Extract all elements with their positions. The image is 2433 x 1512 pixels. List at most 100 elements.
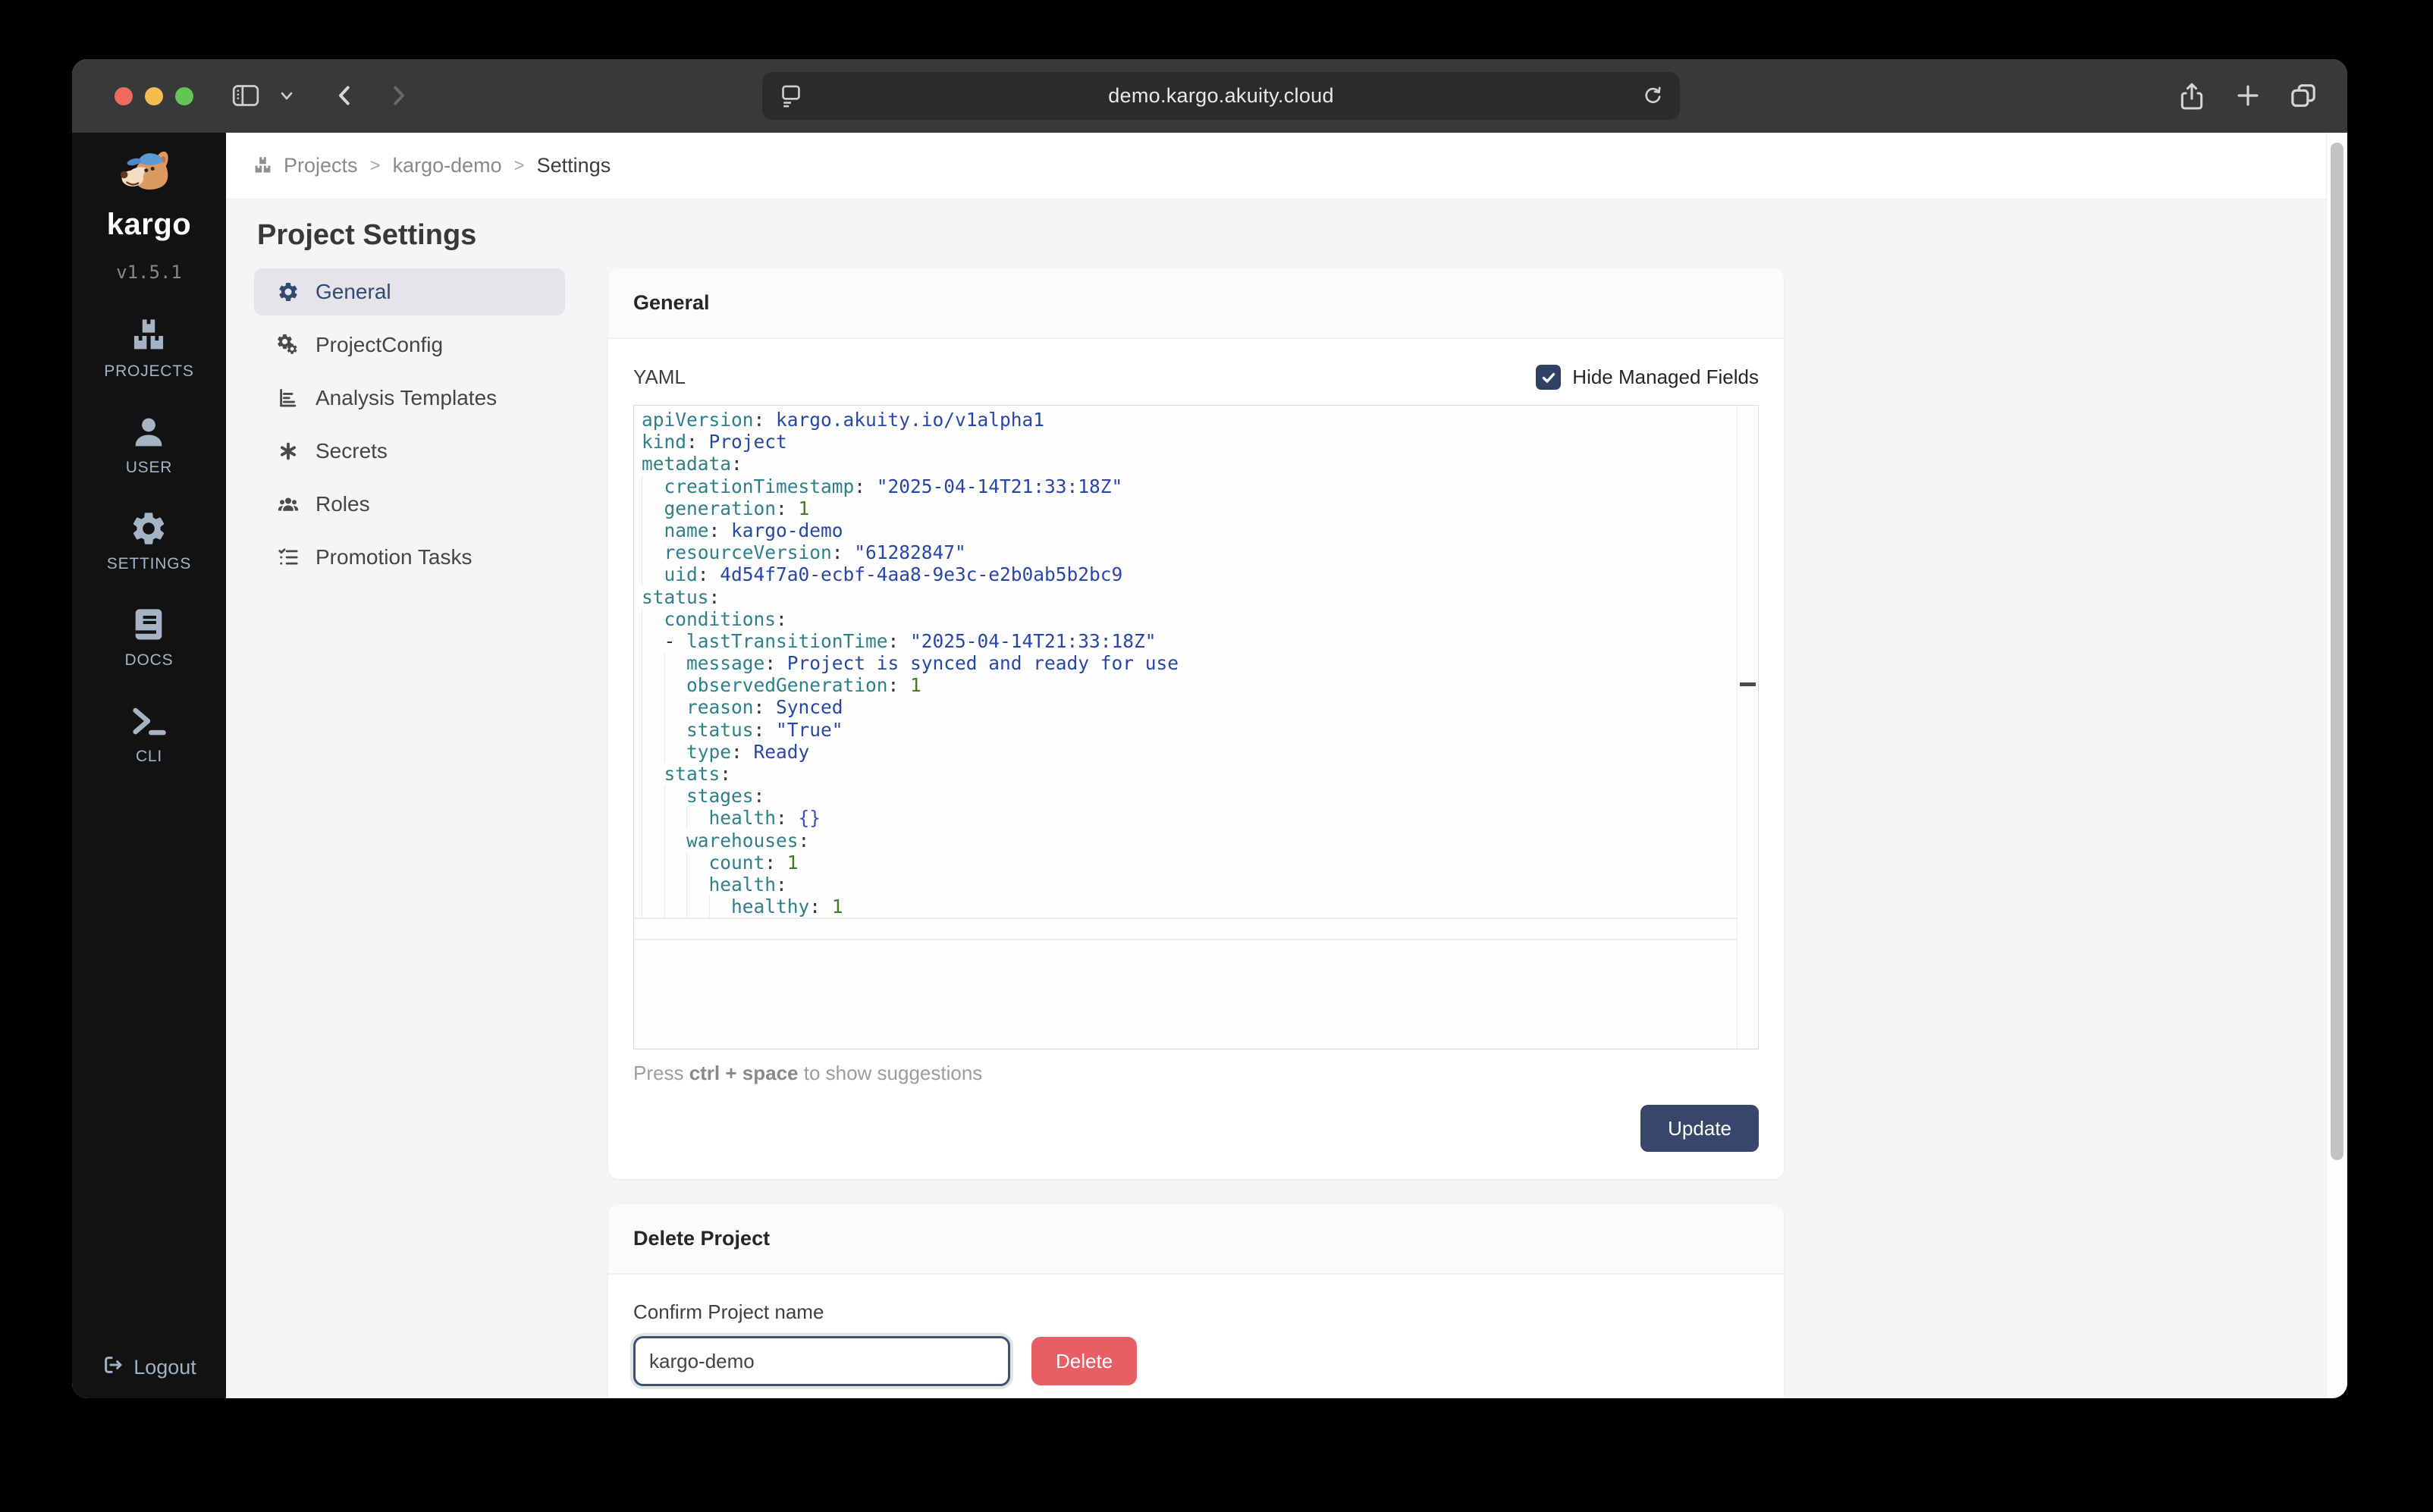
settings-nav-item-general[interactable]: General <box>254 268 565 315</box>
delete-project-card: Delete Project Confirm Project name Dele… <box>608 1204 1784 1398</box>
yaml-line: stats: <box>642 763 1737 786</box>
yaml-line: message: Project is synced and ready for… <box>642 652 1737 675</box>
breadcrumb-separator: > <box>513 155 525 176</box>
yaml-line: name: kargo-demo <box>642 519 1737 542</box>
sidebar-toggle-icon[interactable] <box>230 80 262 111</box>
sidebar-item-docs[interactable]: DOCS <box>125 605 174 670</box>
person-icon <box>129 413 168 452</box>
breadcrumb-item-settings: Settings <box>536 154 611 177</box>
sidebar-item-user[interactable]: USER <box>126 413 173 477</box>
gear-icon <box>277 281 301 303</box>
minimize-window-button[interactable] <box>145 87 163 105</box>
yaml-line: stages: <box>642 785 1737 808</box>
sidebar-nav: PROJECTS USER SETTINGS DOCS CLI <box>104 316 193 798</box>
cli-icon <box>129 701 168 741</box>
book-icon <box>129 605 168 645</box>
yaml-line: conditions: <box>642 607 1737 630</box>
forward-button[interactable] <box>385 80 412 111</box>
settings-nav-item-roles[interactable]: Roles <box>254 481 565 528</box>
scrollbar-thumb[interactable] <box>2331 143 2344 1160</box>
yaml-line: - lastTransitionTime: "2025-04-14T21:33:… <box>642 629 1737 653</box>
yaml-line: healthy: 1 <box>642 896 1737 918</box>
yaml-line: observedGeneration: 1 <box>642 674 1737 697</box>
zoom-window-button[interactable] <box>175 87 193 105</box>
url-text: demo.kargo.akuity.cloud <box>1108 84 1334 107</box>
settings-page: Project Settings General ProjectConfig Ana… <box>226 199 2347 1398</box>
yaml-line: apiVersion: kargo.akuity.io/v1alpha1 <box>642 409 1045 431</box>
editor-hint: Press ctrl + space to show suggestions <box>633 1062 983 1084</box>
hide-managed-fields-label: Hide Managed Fields <box>1572 365 1759 388</box>
breadcrumb: Projects > kargo-demo > Settings <box>226 133 2347 199</box>
settings-nav: General ProjectConfig Analysis Templates Se… <box>254 268 565 587</box>
gear-icon <box>129 509 168 548</box>
editor-current-line <box>634 918 1738 940</box>
confirm-project-name-label: Confirm Project name <box>633 1300 824 1323</box>
projects-icon <box>253 155 273 176</box>
yaml-line: warehouses: <box>642 829 1737 852</box>
yaml-line: creationTimestamp: "2025-04-14T21:33:18Z… <box>642 475 1737 497</box>
editor-overview-ruler-marker <box>1740 682 1756 686</box>
editor-minimap <box>1737 406 1738 1049</box>
yaml-code[interactable]: apiVersion: kargo.akuity.io/v1alpha1 kind… <box>642 409 1737 1046</box>
settings-nav-item-projectconfig[interactable]: ProjectConfig <box>254 322 565 369</box>
checkbox-checked-icon[interactable] <box>1536 365 1562 390</box>
browser-window: demo.kargo.akuity.cloud kargo v1.5.1 PRO… <box>72 59 2347 1398</box>
delete-card-header: Delete Project <box>608 1204 1784 1275</box>
app-sidebar: kargo v1.5.1 PROJECTS USER SETTINGS DOCS CLI… <box>72 133 226 1398</box>
people-icon <box>277 493 301 516</box>
checklist-icon <box>277 546 301 569</box>
page-settings-icon[interactable] <box>779 83 803 113</box>
yaml-line: status: <box>642 585 720 608</box>
yaml-line: generation: 1 <box>642 497 1737 519</box>
page-scrollbar[interactable] <box>2326 133 2347 1398</box>
logout-button[interactable]: Logout <box>102 1354 196 1382</box>
address-bar[interactable]: demo.kargo.akuity.cloud <box>762 72 1680 120</box>
yaml-line: resourceVersion: "61282847" <box>642 541 1737 564</box>
general-card: General YAML Hide Managed Fields apiVers… <box>608 268 1784 1179</box>
boxes-icon <box>129 316 168 356</box>
version-label: v1.5.1 <box>116 262 182 283</box>
general-card-title: General <box>633 291 710 314</box>
sidebar-item-cli[interactable]: CLI <box>129 701 168 766</box>
chevron-down-icon[interactable] <box>278 89 295 103</box>
gears-icon <box>277 334 301 356</box>
delete-card-title: Delete Project <box>633 1227 771 1250</box>
breadcrumb-item-projects[interactable]: Projects <box>284 154 358 177</box>
yaml-line: health: <box>642 873 1737 896</box>
sidebar-item-projects[interactable]: PROJECTS <box>104 316 193 381</box>
new-tab-icon[interactable] <box>2234 80 2262 111</box>
settings-nav-item-secrets[interactable]: Secrets <box>254 428 565 475</box>
yaml-line: type: Ready <box>642 740 1737 763</box>
share-icon[interactable] <box>2177 80 2206 112</box>
browser-toolbar: demo.kargo.akuity.cloud <box>72 59 2347 133</box>
logout-label: Logout <box>133 1356 196 1379</box>
close-window-button[interactable] <box>115 87 133 105</box>
chart-icon <box>277 387 301 409</box>
logout-icon <box>102 1354 124 1382</box>
breadcrumb-item-kargo-demo[interactable]: kargo-demo <box>393 154 502 177</box>
general-card-header: General <box>608 268 1784 339</box>
kargo-wordmark: kargo <box>106 208 192 241</box>
hide-managed-fields-toggle[interactable]: Hide Managed Fields <box>1536 365 1759 390</box>
settings-nav-item-analysis-templates[interactable]: Analysis Templates <box>254 375 565 422</box>
yaml-line: count: 1 <box>642 851 1737 874</box>
yaml-line: reason: Synced <box>642 696 1737 719</box>
tab-overview-icon[interactable] <box>2288 80 2318 111</box>
settings-nav-item-promotion-tasks[interactable]: Promotion Tasks <box>254 534 565 581</box>
update-button[interactable]: Update <box>1640 1105 1759 1152</box>
reload-icon[interactable] <box>1640 83 1665 113</box>
delete-button[interactable]: Delete <box>1031 1337 1138 1385</box>
confirm-project-name-input[interactable] <box>633 1336 1010 1386</box>
yaml-editor[interactable]: apiVersion: kargo.akuity.io/v1alpha1 kind… <box>633 405 1759 1049</box>
yaml-line: status: "True" <box>642 718 1737 741</box>
kargo-logo <box>110 148 189 208</box>
yaml-line: uid: 4d54f7a0-ecbf-4aa8-9e3c-e2b0ab5b2bc… <box>642 563 1737 586</box>
back-button[interactable] <box>331 80 359 111</box>
sidebar-item-settings[interactable]: SETTINGS <box>107 509 191 573</box>
asterisk-icon <box>277 440 301 463</box>
yaml-line: kind: Project <box>642 431 787 453</box>
yaml-label: YAML <box>633 365 686 388</box>
page-title: Project Settings <box>257 219 477 251</box>
yaml-line: metadata: <box>642 453 742 475</box>
breadcrumb-separator: > <box>369 155 381 176</box>
